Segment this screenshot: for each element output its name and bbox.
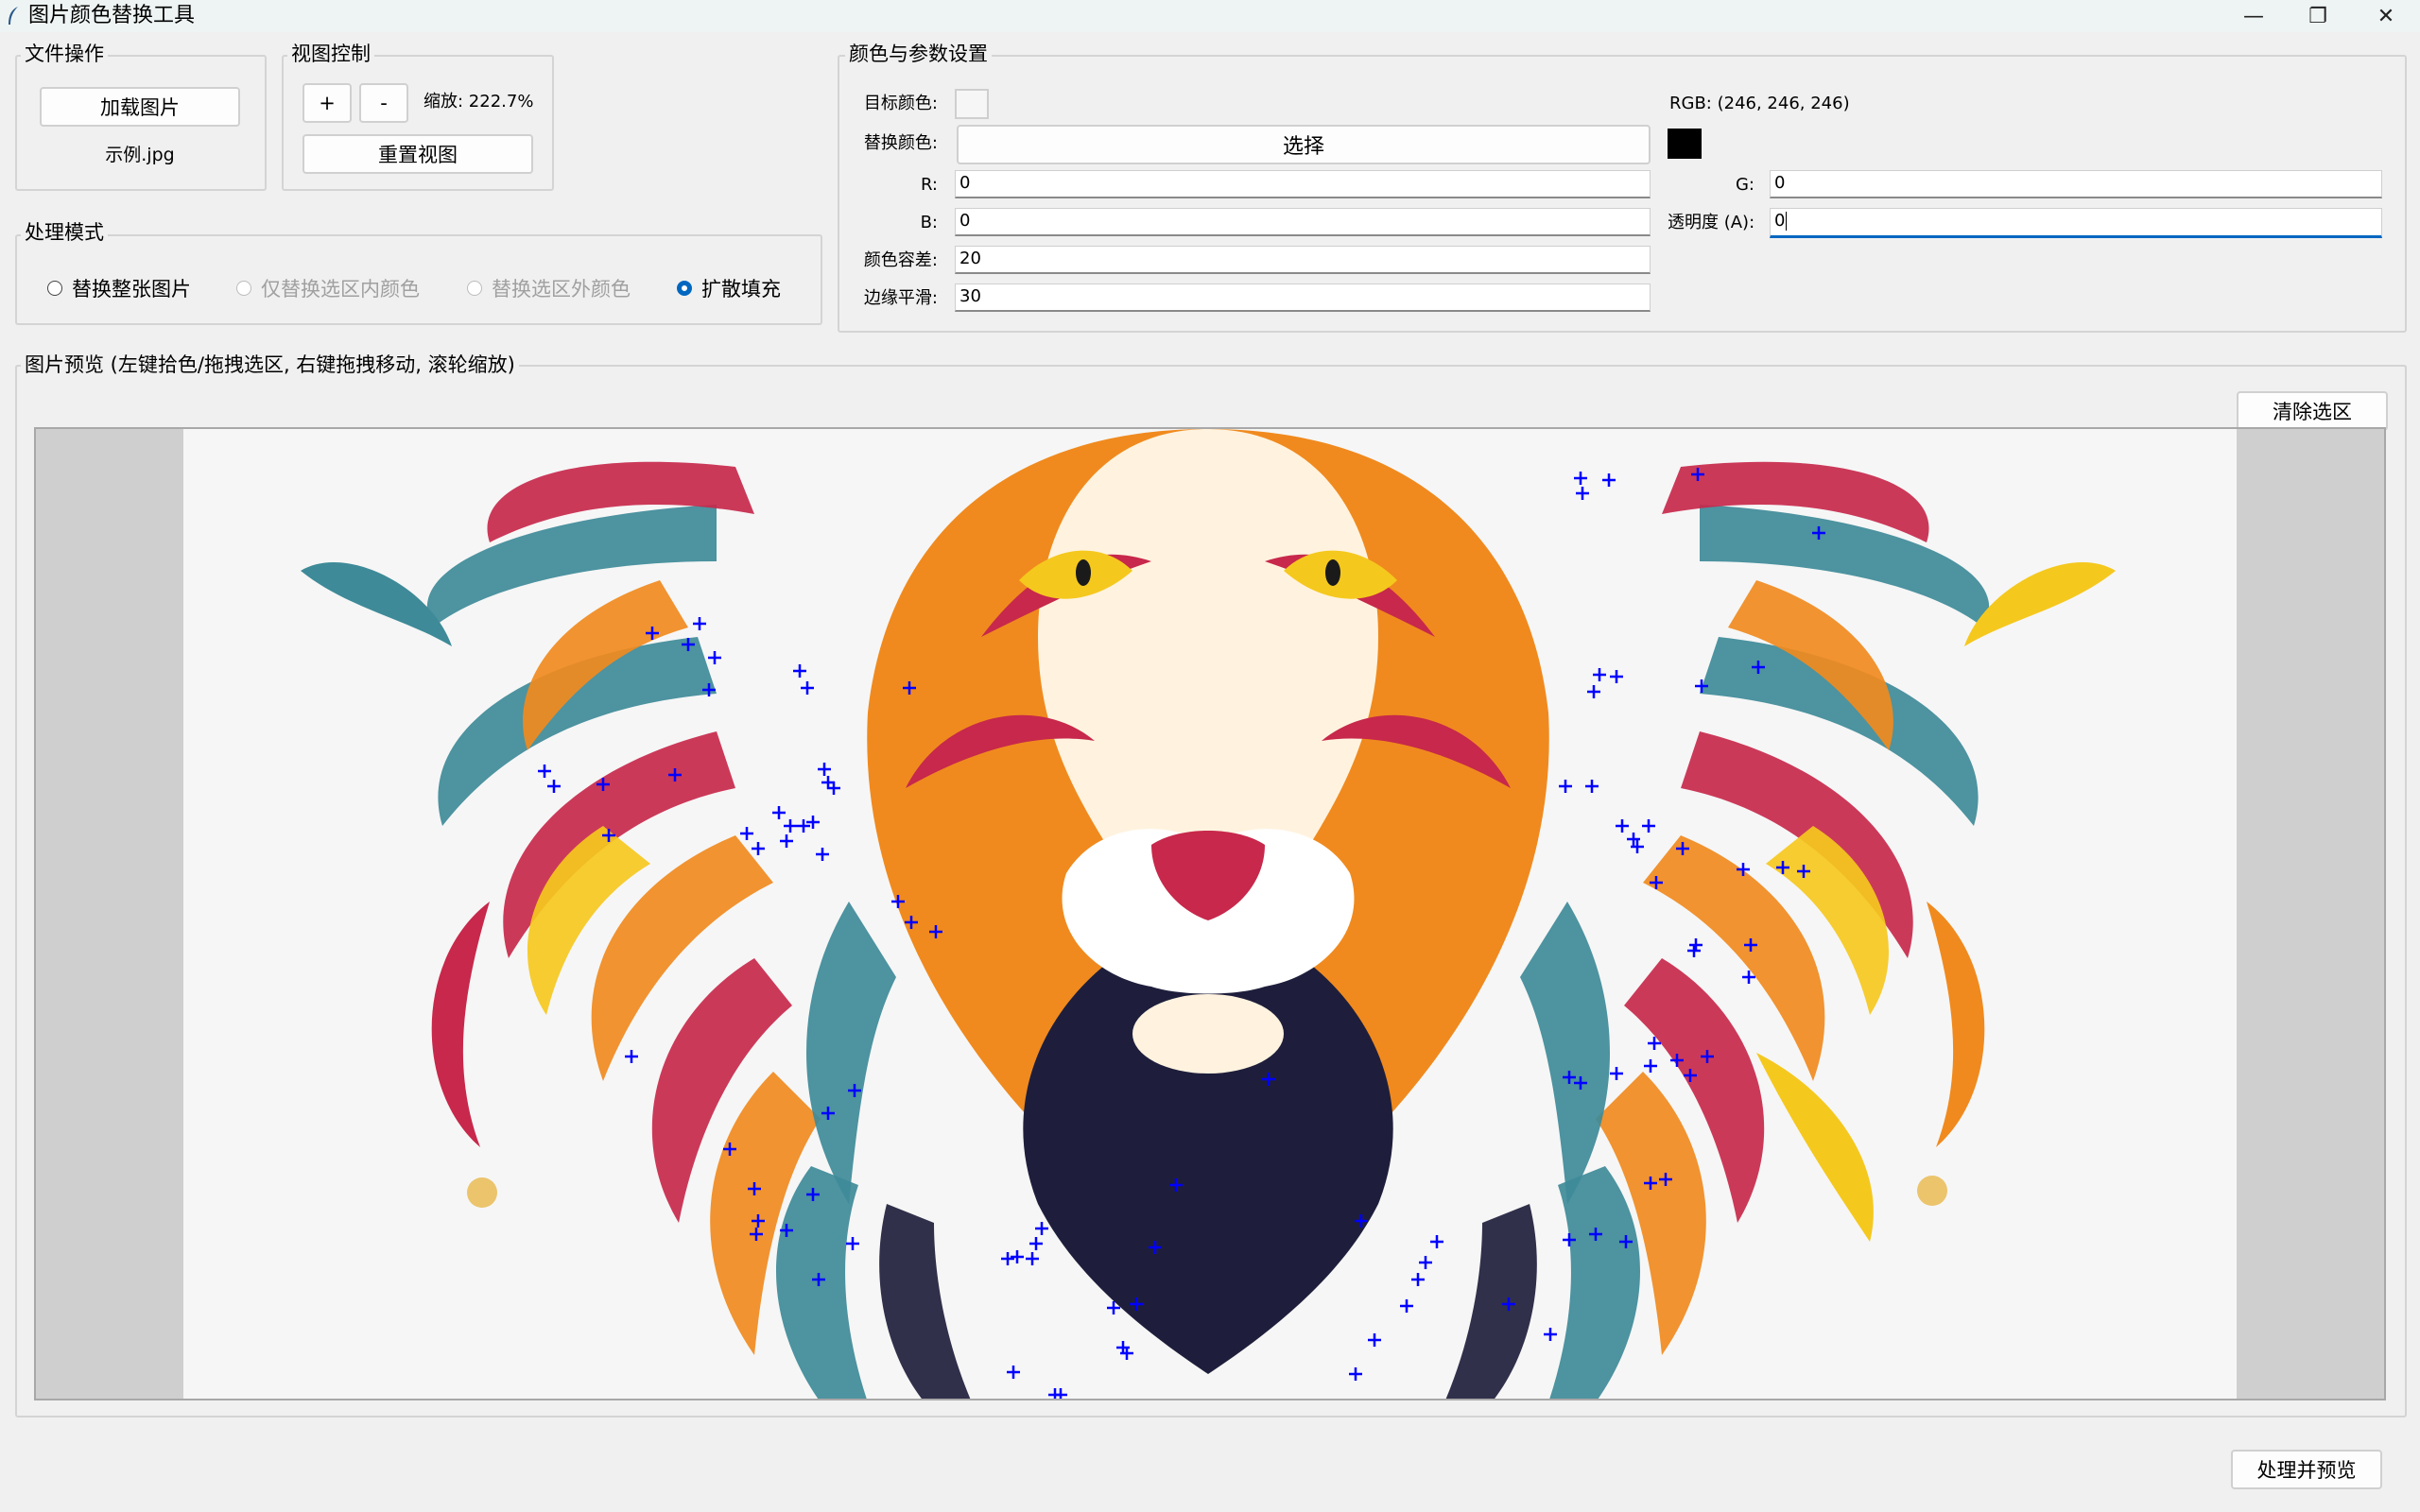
radio-dot (236, 281, 251, 296)
mode-flood-fill-radio[interactable]: 扩散填充 (677, 274, 781, 302)
tolerance-label: 颜色容差: (863, 250, 938, 270)
smoothing-label: 边缘平滑: (863, 288, 938, 308)
filename-label: 示例.jpg (105, 145, 175, 165)
gold-dot (1917, 1176, 1947, 1206)
r-label: R: (920, 175, 938, 195)
text-caret (1786, 212, 1788, 231)
zoom-level: 缩放: 222.7% (424, 92, 534, 112)
g-input[interactable]: 0 (1770, 170, 2382, 198)
view-control-title: 视图控制 (287, 42, 374, 66)
load-image-button[interactable]: 加载图片 (40, 87, 240, 127)
radio-dot (47, 281, 62, 296)
mode-label: 替换整张图片 (72, 278, 191, 301)
restore-icon: ❐ (2308, 4, 2327, 28)
radio-dot (467, 281, 482, 296)
target-color-swatch (955, 89, 989, 119)
b-label: B: (920, 213, 938, 232)
reset-view-button[interactable]: 重置视图 (302, 134, 533, 174)
target-color-label: 目标颜色: (863, 94, 938, 113)
g-label: G: (1735, 175, 1754, 195)
alpha-value: 0 (1774, 211, 1786, 231)
rgb-readout: RGB: (246, 246, 246) (1669, 94, 1850, 113)
restore-button[interactable]: ❐ (2286, 0, 2350, 32)
file-ops-title: 文件操作 (21, 42, 108, 66)
radio-dot (677, 281, 692, 296)
zoom-in-button[interactable]: + (302, 83, 352, 123)
mode-label: 替换选区外颜色 (492, 278, 631, 301)
r-input[interactable]: 0 (955, 170, 1651, 198)
replace-color-label: 替换颜色: (863, 133, 938, 153)
preview-canvas[interactable] (34, 427, 2386, 1400)
tolerance-input[interactable]: 20 (955, 246, 1651, 274)
smoothing-input[interactable]: 30 (955, 284, 1651, 312)
mode-title: 处理模式 (21, 220, 108, 245)
alpha-label: 透明度 (A): (1668, 213, 1755, 232)
mode-label: 仅替换选区内颜色 (261, 278, 420, 301)
lion-mouth (1132, 994, 1284, 1074)
gold-dot (467, 1177, 497, 1208)
preview-title: 图片预览 (左键拾色/拖拽选区, 右键拖拽移动, 滚轮缩放) (21, 352, 519, 377)
replace-color-swatch (1668, 129, 1702, 159)
feather-icon (9, 7, 18, 25)
clear-selection-button[interactable]: 清除选区 (2237, 391, 2388, 431)
window-title: 图片颜色替换工具 (28, 4, 196, 27)
lion-pupil (1325, 559, 1340, 586)
title-bar: 图片颜色替换工具 — ❐ ✕ (0, 0, 2420, 32)
lion-image[interactable] (36, 429, 2386, 1400)
process-preview-button[interactable]: 处理并预览 (2231, 1450, 2382, 1489)
mode-label: 扩散填充 (701, 278, 781, 301)
zoom-out-button[interactable]: - (359, 83, 408, 123)
color-params-title: 颜色与参数设置 (845, 42, 992, 66)
close-icon: ✕ (2377, 4, 2395, 28)
minimize-icon: — (2243, 4, 2264, 28)
alpha-input[interactable]: 0 (1770, 208, 2382, 238)
mode-outside-selection-radio[interactable]: 替换选区外颜色 (467, 274, 631, 302)
choose-color-button[interactable]: 选择 (957, 125, 1651, 164)
mode-inside-selection-radio[interactable]: 仅替换选区内颜色 (236, 274, 420, 302)
b-input[interactable]: 0 (955, 208, 1651, 236)
lion-pupil (1076, 559, 1091, 586)
minimize-button[interactable]: — (2221, 0, 2286, 32)
close-button[interactable]: ✕ (2354, 0, 2418, 32)
mode-whole-image-radio[interactable]: 替换整张图片 (47, 274, 191, 302)
